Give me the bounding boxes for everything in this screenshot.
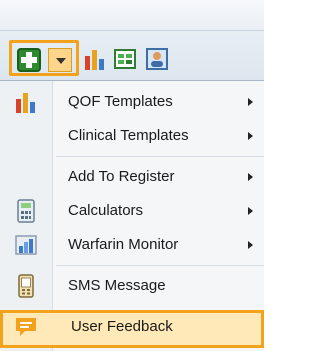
add-button[interactable] — [17, 48, 41, 72]
menu-item-label: QOF Templates — [68, 93, 173, 110]
submenu-arrow-icon — [248, 132, 253, 140]
menu-item-label: SMS Message — [68, 277, 166, 294]
add-dropdown-button[interactable] — [48, 48, 72, 72]
menu-item-label: Calculators — [68, 202, 144, 219]
toolbar-top-strip — [0, 0, 264, 31]
feedback-speech-bubble-icon — [16, 318, 36, 336]
submenu-arrow-icon — [248, 207, 253, 215]
bar-chart-icon[interactable] — [82, 46, 108, 72]
menu-separator — [56, 265, 264, 266]
menu-item-user-feedback[interactable]: User Feedback — [0, 310, 264, 348]
menu-item-add-to-register[interactable]: Add To Register — [0, 160, 264, 194]
submenu-arrow-icon — [248, 98, 253, 106]
menu-item-warfarin-monitor[interactable]: Warfarin Monitor — [0, 228, 264, 262]
template-grid-icon[interactable] — [112, 46, 138, 72]
contact-card-icon[interactable] — [144, 46, 170, 72]
menu-item-clinical-templates[interactable]: Clinical Templates — [0, 119, 264, 153]
menu-item-calculators[interactable]: Calculators — [0, 194, 264, 228]
sms-phone-icon — [18, 274, 34, 298]
menu-item-qof-templates[interactable]: QOF Templates — [0, 85, 264, 119]
menu-item-label: Warfarin Monitor — [68, 236, 179, 253]
menu-item-label: Clinical Templates — [68, 127, 189, 144]
submenu-arrow-icon — [248, 241, 253, 249]
bar-chart-icon — [16, 93, 35, 113]
menu-item-label: User Feedback — [71, 318, 173, 335]
menu-separator — [56, 156, 264, 157]
calculator-icon — [17, 199, 35, 223]
toolbar — [0, 0, 264, 80]
menu-item-sms-message[interactable]: SMS Message — [0, 269, 264, 303]
warfarin-chart-icon — [15, 235, 37, 255]
submenu-arrow-icon — [248, 173, 253, 181]
dropdown-menu: QOF Templates Clinical Templates Add To … — [0, 80, 264, 351]
menu-item-label: Add To Register — [68, 168, 175, 185]
